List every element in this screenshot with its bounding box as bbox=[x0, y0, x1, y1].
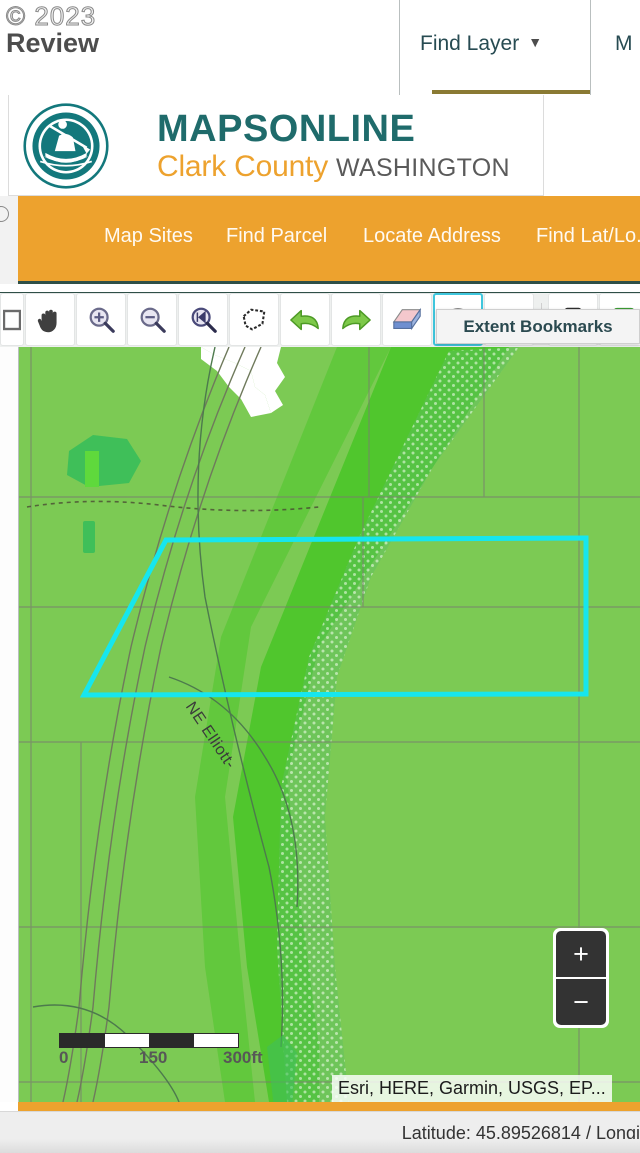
copyright-text: © 2023 bbox=[6, 2, 99, 30]
magnifier-minus-icon bbox=[137, 305, 167, 335]
arrow-right-icon bbox=[340, 306, 372, 334]
clear-tool[interactable] bbox=[382, 293, 432, 346]
nav-item-map-sites[interactable]: Map Sites bbox=[104, 225, 193, 248]
pan-tool[interactable] bbox=[25, 293, 75, 346]
tooltip-extent-bookmarks: Extent Bookmarks bbox=[436, 309, 640, 344]
zoom-in-button[interactable]: + bbox=[556, 931, 606, 977]
wordmark-subline: Clark County WASHINGTON bbox=[157, 150, 510, 184]
clark-county-seal-icon bbox=[23, 103, 109, 189]
browser-top-bar: © 2023 Review Find Layer ▼ M bbox=[0, 0, 640, 97]
eraser-icon bbox=[391, 306, 423, 334]
polygon-icon bbox=[239, 305, 269, 335]
scale-tick-150: 150 bbox=[139, 1048, 167, 1068]
scale-tick-0: 0 bbox=[59, 1048, 68, 1068]
rectangle-icon bbox=[3, 307, 21, 333]
selected-parcel-highlight[interactable] bbox=[19, 347, 640, 1102]
site-wordmark: MAPSONLINE Clark County WASHINGTON bbox=[157, 109, 510, 184]
map-attribution[interactable]: Esri, HERE, Garmin, USGS, EP... bbox=[332, 1075, 612, 1102]
nav-item-find-parcel[interactable]: Find Parcel bbox=[226, 225, 327, 248]
status-bar-gradient bbox=[0, 1139, 640, 1153]
partial-circle-icon bbox=[0, 206, 9, 222]
arrow-left-icon bbox=[289, 306, 321, 334]
washington-text: WASHINGTON bbox=[336, 154, 510, 182]
select-polygon-tool[interactable] bbox=[229, 293, 279, 346]
forward-button[interactable] bbox=[331, 293, 381, 346]
find-layer-menu[interactable]: Find Layer ▼ bbox=[420, 32, 588, 56]
main-navigation-bar: Map Sites Find Parcel Locate Address Fin… bbox=[18, 196, 640, 284]
zoom-out-tool[interactable] bbox=[127, 293, 177, 346]
topbar-accent-bar bbox=[432, 90, 590, 94]
chevron-down-icon: ▼ bbox=[528, 34, 542, 50]
zoom-previous-tool[interactable] bbox=[178, 293, 228, 346]
magnifier-rewind-icon bbox=[188, 305, 218, 335]
site-logo-band: MAPSONLINE Clark County WASHINGTON bbox=[8, 95, 544, 196]
zoom-in-tool[interactable] bbox=[76, 293, 126, 346]
find-layer-label: Find Layer bbox=[420, 32, 519, 55]
nav-left-gutter bbox=[0, 196, 19, 284]
scale-bar-labels: 0 150 300ft bbox=[59, 1047, 239, 1067]
magnifier-plus-icon bbox=[86, 305, 116, 335]
mapsonline-wordmark: MAPSONLINE bbox=[157, 109, 510, 149]
select-rectangle-tool[interactable] bbox=[0, 293, 24, 346]
nav-item-locate-address[interactable]: Locate Address bbox=[363, 225, 501, 248]
map-left-gutter bbox=[0, 347, 18, 1102]
map-scale-bar: 0 150 300ft bbox=[59, 1033, 239, 1067]
top-divider-2 bbox=[590, 0, 591, 95]
scale-tick-300: 300ft bbox=[223, 1048, 263, 1068]
status-bar: Latitude: 45.89526814 / Longi bbox=[0, 1111, 640, 1153]
hand-icon bbox=[35, 305, 65, 335]
scale-bar-graphic bbox=[59, 1033, 239, 1048]
back-button[interactable] bbox=[280, 293, 330, 346]
map-zoom-controls: + − bbox=[553, 928, 609, 1028]
zoom-out-button[interactable]: − bbox=[556, 979, 606, 1025]
clark-county-text: Clark County bbox=[157, 150, 328, 183]
map-footer-accent bbox=[18, 1102, 640, 1111]
review-label: Review bbox=[6, 28, 99, 58]
review-block: © 2023 Review bbox=[6, 2, 99, 58]
nav-item-find-lat-lon[interactable]: Find Lat/Lo... bbox=[536, 225, 640, 248]
map-area[interactable]: NE Elliott- bbox=[0, 347, 640, 1102]
menu-partial-label[interactable]: M bbox=[615, 32, 640, 56]
map-canvas[interactable] bbox=[18, 347, 640, 1102]
top-divider-1 bbox=[399, 0, 400, 95]
